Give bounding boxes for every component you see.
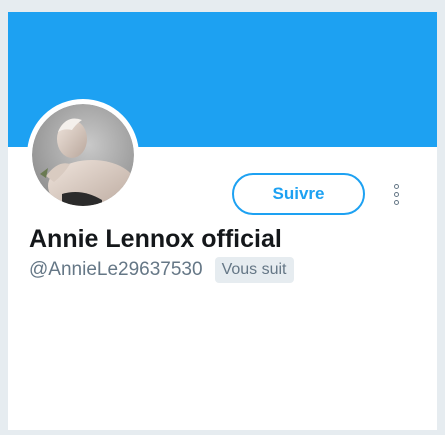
more-dot	[393, 191, 399, 197]
display-name: Annie Lennox official	[29, 225, 282, 253]
handle-row: @AnnieLe29637530 Vous suit	[29, 257, 294, 283]
avatar[interactable]	[27, 99, 139, 211]
user-handle: @AnnieLe29637530	[29, 259, 203, 280]
follow-button[interactable]: Suivre	[232, 173, 365, 215]
follows-you-badge: Vous suit	[214, 257, 294, 283]
more-dot	[393, 199, 399, 205]
profile-photo-icon	[32, 104, 134, 206]
profile-card: Suivre Annie Lennox official @AnnieLe296…	[8, 12, 437, 430]
follow-button-label: Suivre	[272, 184, 325, 203]
more-options-icon[interactable]	[386, 180, 406, 208]
more-dot	[393, 183, 399, 189]
